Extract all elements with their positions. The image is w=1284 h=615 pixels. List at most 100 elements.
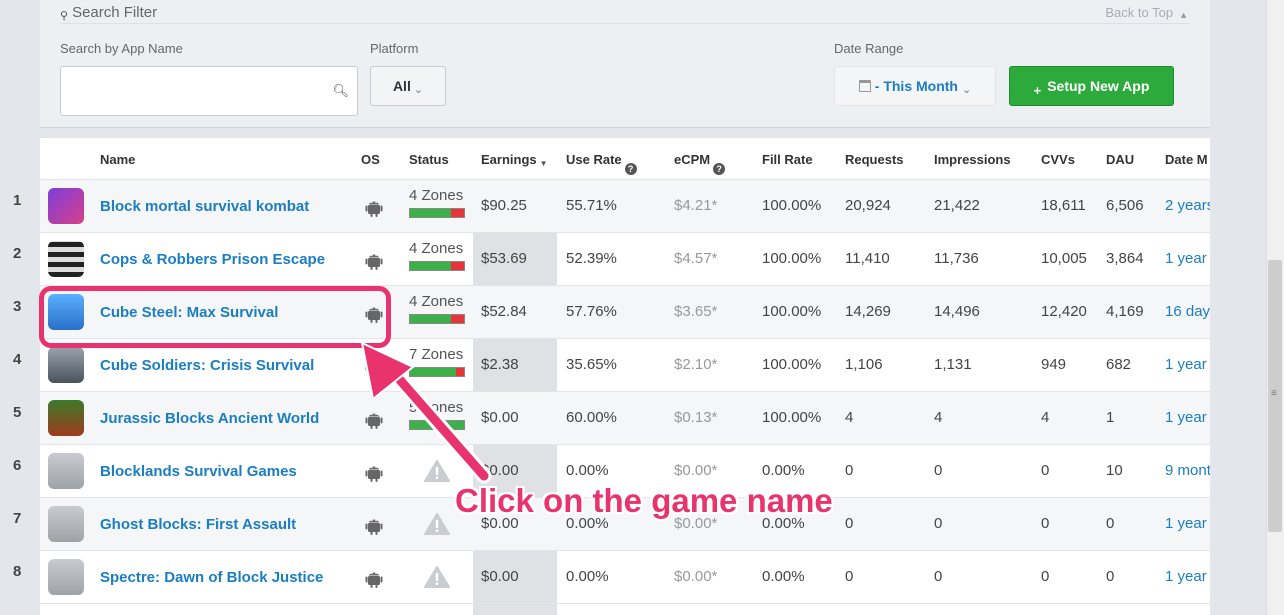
col-header-earnings[interactable]: Earnings ▼ (481, 152, 548, 168)
cell-earnings: $52.84 (481, 303, 527, 320)
cell-date[interactable]: 2 years (1165, 197, 1210, 214)
cell-fill-rate: 0.00% (762, 462, 805, 479)
cell-use-rate: 52.39% (566, 250, 617, 267)
table-row[interactable]: Cops & Robbers Prison Escape 4 Zones $53.6… (40, 233, 1210, 286)
cell-dau: 3,864 (1106, 250, 1144, 267)
date-range-label: Date Range (834, 41, 904, 56)
app-name-link[interactable]: Jurassic Blocks Ancient World (100, 410, 319, 427)
zones-bar-green (410, 315, 451, 323)
cell-date[interactable]: 9 mont (1165, 462, 1210, 479)
cell-cvvs: 10,005 (1041, 250, 1087, 267)
chevron-down-icon: ⌄ (961, 83, 972, 96)
cell-fill-rate: 100.00% (762, 250, 822, 267)
date-range-dropdown[interactable]: - This Month ⌄ (834, 66, 996, 106)
zones-bar-red (450, 262, 464, 270)
search-filter-toggle[interactable]: ⚲ Search Filter (60, 3, 157, 22)
android-icon (364, 251, 384, 271)
app-name-link[interactable]: Spectre: Dawn of Block Justice (100, 569, 323, 586)
cell-impressions: 4 (934, 409, 943, 426)
app-name-link[interactable]: Cops & Robbers Prison Escape (100, 251, 325, 268)
col-header-earnings-label: Earnings (481, 152, 537, 167)
date-range-value: - This Month (874, 78, 958, 94)
col-header-dau[interactable]: DAU (1106, 152, 1134, 167)
app-name-link[interactable]: Cube Soldiers: Crisis Survival (100, 357, 314, 374)
col-header-impressions[interactable]: Impressions (934, 152, 1011, 167)
table-row[interactable]: Jurassic Blocks Ancient World 5 Zones $0.0… (40, 392, 1210, 445)
divider (60, 23, 1190, 24)
zones-status[interactable]: 4 Zones (409, 293, 463, 310)
table-row[interactable]: Spectre: Dawn of Block Justice $0.00 0.00%… (40, 551, 1210, 604)
col-header-requests[interactable]: Requests (845, 152, 904, 167)
cell-impressions: 14,496 (934, 303, 980, 320)
col-header-date-modified[interactable]: Date M (1165, 152, 1208, 167)
cell-ecpm: $4.21* (674, 197, 718, 214)
platform-dropdown[interactable]: All ⌄ (370, 66, 446, 106)
zones-status[interactable]: 7 Zones (409, 346, 463, 363)
zones-status[interactable]: 4 Zones (409, 240, 463, 257)
cell-use-rate: 35.65% (566, 356, 617, 373)
cell-date[interactable]: 1 year a (1165, 515, 1210, 532)
zones-status[interactable]: 5 Zones (409, 399, 463, 416)
cell-cvvs: 0 (1041, 462, 1050, 479)
warning-icon[interactable] (424, 513, 450, 535)
row-number: 1 (13, 192, 22, 209)
col-header-status[interactable]: Status (409, 152, 449, 167)
zones-bar-green (410, 262, 451, 270)
col-header-fill-rate[interactable]: Fill Rate (762, 152, 813, 167)
row-number: 8 (13, 563, 22, 580)
app-name-link[interactable]: Ghost Blocks: First Assault (100, 516, 296, 533)
cell-fill-rate: 0.00% (762, 568, 805, 585)
cell-earnings: $0.00 (481, 409, 519, 426)
highlight-box (39, 286, 391, 348)
search-icon: ⚲ (60, 10, 69, 22)
cell-impressions: 21,422 (934, 197, 980, 214)
cell-impressions: 0 (934, 568, 943, 585)
zones-status[interactable]: 4 Zones (409, 187, 463, 204)
cell-date[interactable]: 16 days (1165, 303, 1210, 320)
warning-icon[interactable] (424, 566, 450, 588)
zones-bar-red (455, 368, 464, 376)
zones-status-bar (409, 314, 465, 324)
platform-label: Platform (370, 41, 419, 56)
cell-date[interactable]: 1 year a (1165, 250, 1210, 267)
cell-ecpm: $3.65* (674, 303, 718, 320)
cell-date[interactable]: 1 year a (1165, 568, 1210, 585)
cell-ecpm: $4.57* (674, 250, 718, 267)
row-number: 5 (13, 404, 22, 421)
cell-earnings: $2.38 (481, 356, 519, 373)
help-icon[interactable]: ? (624, 163, 637, 175)
cell-earnings: $0.00 (481, 462, 519, 479)
setup-new-app-button[interactable]: + Setup New App (1009, 66, 1174, 106)
android-icon (364, 516, 384, 536)
col-header-name[interactable]: Name (100, 152, 135, 167)
warning-icon[interactable] (424, 460, 450, 482)
cell-requests: 0 (845, 462, 854, 479)
table-row[interactable]: Block mortal survival kombat 4 Zones $90.2… (40, 180, 1210, 233)
cell-fill-rate: 100.00% (762, 409, 822, 426)
cell-date[interactable]: 1 year a (1165, 409, 1210, 426)
app-name-link[interactable]: Block mortal survival kombat (100, 198, 309, 215)
cell-requests: 11,410 (845, 250, 890, 267)
cell-cvvs: 0 (1041, 568, 1050, 585)
cell-requests: 0 (845, 515, 854, 532)
app-name-search-input[interactable]: 🔍︎ (60, 66, 358, 116)
app-icon (48, 241, 84, 277)
android-icon (364, 463, 384, 483)
app-name-link[interactable]: Blocklands Survival Games (100, 463, 297, 480)
search-icon: 🔍︎ (332, 83, 349, 98)
help-icon[interactable]: ? (713, 163, 726, 175)
col-header-os[interactable]: OS (361, 152, 380, 167)
cell-earnings: $90.25 (481, 197, 527, 214)
cell-date[interactable]: 1 year a (1165, 356, 1210, 373)
cell-impressions: 0 (934, 462, 943, 479)
col-header-ecpm[interactable]: eCPM? (674, 152, 726, 175)
cell-ecpm: $2.10* (674, 356, 718, 373)
search-by-app-label: Search by App Name (60, 41, 183, 56)
col-header-cvvs[interactable]: CVVs (1041, 152, 1075, 167)
cell-cvvs: 12,420 (1041, 303, 1087, 320)
app-icon (48, 506, 84, 542)
back-to-top-link[interactable]: Back to Top ▲ (1105, 4, 1188, 21)
col-header-use-rate[interactable]: Use Rate? (566, 152, 637, 175)
cell-impressions: 1,131 (934, 356, 972, 373)
cell-cvvs: 949 (1041, 356, 1067, 373)
